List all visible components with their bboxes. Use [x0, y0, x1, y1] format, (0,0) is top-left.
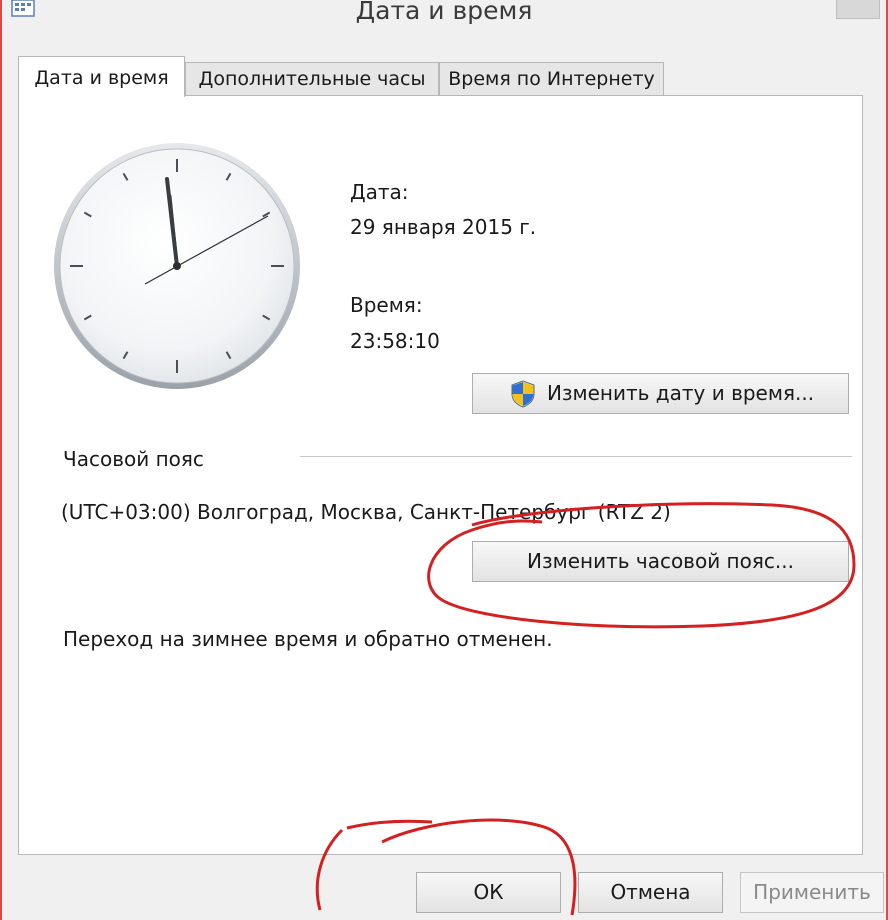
timezone-section-label: Часовой пояс [63, 447, 204, 471]
timezone-value: (UTC+03:00) Волгоград, Москва, Санкт-Пет… [61, 500, 671, 524]
tab-additional-clocks[interactable]: Дополнительные часы [185, 62, 439, 95]
time-label: Время: [350, 293, 423, 317]
date-label: Дата: [350, 180, 409, 204]
apply-button[interactable]: Применить [740, 872, 884, 913]
window-title: Дата и время [355, 0, 533, 25]
ok-button[interactable]: ОК [416, 872, 561, 913]
date-time-dialog: Дата и время Дата и время Дополнительные… [0, 0, 888, 920]
section-divider [300, 456, 852, 457]
close-button[interactable] [836, 0, 880, 19]
date-value: 29 января 2015 г. [350, 215, 537, 239]
tab-date-time[interactable]: Дата и время [18, 56, 185, 97]
cancel-button[interactable]: Отмена [578, 872, 723, 913]
dst-note: Переход на зимнее время и обратно отмене… [63, 627, 553, 651]
change-date-time-label: Изменить дату и время... [546, 381, 815, 405]
change-date-time-button[interactable]: Изменить дату и время... [472, 373, 849, 414]
time-value: 23:58:10 [350, 329, 440, 353]
change-timezone-button[interactable]: Изменить часовой пояс... [472, 541, 849, 582]
analog-clock [54, 143, 300, 389]
tab-internet-time[interactable]: Время по Интернету [439, 62, 664, 95]
title-bar: Дата и время [2, 0, 886, 40]
uac-shield-icon [511, 380, 535, 408]
